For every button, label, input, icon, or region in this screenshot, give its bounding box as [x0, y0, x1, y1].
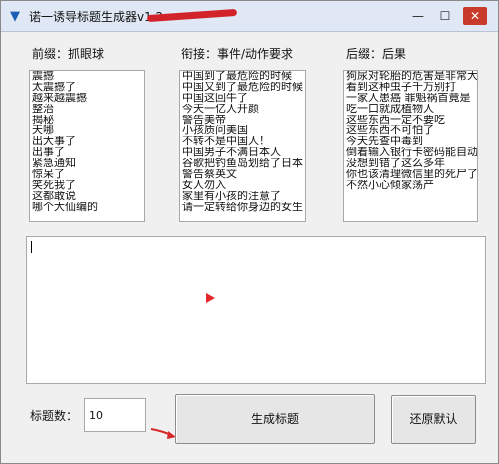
list-item[interactable]: 请一定转给你身边的女生 [180, 202, 305, 213]
list-item[interactable]: 中国又到了最危险的时候 [180, 82, 305, 93]
list-item[interactable]: 太震撼了 [30, 82, 144, 93]
list-item[interactable]: 这都敢说 [30, 191, 144, 202]
output-textarea[interactable] [26, 236, 486, 384]
list-item[interactable]: 中国到了最危险的时候 [180, 71, 305, 82]
title-count-input[interactable]: 10 [84, 398, 146, 432]
list-item[interactable]: 女人勿入 [180, 180, 305, 191]
list-item[interactable]: 狗尿对轮胎的危害是非常大的 [344, 71, 477, 82]
window-title: 诺一诱导标题生成器v1.2 [29, 10, 164, 24]
list-item[interactable]: 警告美帝 [180, 115, 305, 126]
list-item[interactable]: 今天一亿人开颜 [180, 104, 305, 115]
list-item[interactable]: 中国这回牛了 [180, 93, 305, 104]
minimize-button[interactable]: — [406, 7, 430, 25]
list-item[interactable]: 这些东西不可怕了 [344, 125, 477, 136]
prefix-list[interactable]: 震撼 太震撼了 越来越震撼 整治 揭秘 天哪 出大事了 出事了 紧急通知 惊呆了 笑死我了 这都敢说哪… [29, 70, 145, 222]
list-item[interactable]: 不然小心倾家荡产 [344, 180, 477, 191]
list-item[interactable]: 这些东西一定不要吃 [344, 115, 477, 126]
list-item[interactable]: 惊呆了 [30, 169, 144, 180]
list-item[interactable]: 没想到错了这么多年 [344, 158, 477, 169]
list-item[interactable]: 天哪 [30, 125, 144, 136]
text-caret [31, 241, 32, 253]
count-label: 标题数： [30, 409, 79, 423]
suffix-label: 后缀：后果 [346, 47, 407, 61]
list-item[interactable]: 笑死我了 [30, 180, 144, 191]
reset-default-button[interactable]: 还原默认 [391, 395, 476, 444]
list-item[interactable]: 警告蔡英文 [180, 169, 305, 180]
list-item[interactable]: 倒着输入银行卡密码能自动报警 [344, 147, 477, 158]
list-item[interactable]: 揭秘 [30, 115, 144, 126]
list-item[interactable]: 震撼 [30, 71, 144, 82]
list-item[interactable]: 看到这种虫子千万别打 [344, 82, 477, 93]
list-item[interactable]: 小孩质问美国 [180, 125, 305, 136]
maximize-button[interactable]: ☐ [433, 7, 457, 25]
list-item[interactable]: 家里有小孩的注意了 [180, 191, 305, 202]
list-item[interactable]: 中国男子不满日本人 [180, 147, 305, 158]
list-item[interactable]: 一家人患癌 罪魁祸首竟是 [344, 93, 477, 104]
list-item[interactable]: 整治 [30, 104, 144, 115]
list-item[interactable]: 谷歌把钓鱼岛划给了日本 [180, 158, 305, 169]
app-logo-icon: ▼ [10, 9, 20, 24]
title-bar: ▼ 诺一诱导标题生成器v1.2 — ☐ ✕ [1, 1, 498, 32]
list-item[interactable]: 吃一口就成植物人 [344, 104, 477, 115]
list-item[interactable]: 出大事了 [30, 136, 144, 147]
list-item[interactable]: 你也该清理微信里的死尸了 [344, 169, 477, 180]
close-button[interactable]: ✕ [463, 7, 487, 25]
red-triangle-marker [206, 293, 215, 303]
prefix-label: 前缀：抓眼球 [32, 47, 105, 61]
list-item[interactable]: 出事了 [30, 147, 144, 158]
list-item[interactable]: 哪个大仙编的 [30, 202, 144, 213]
middle-list[interactable]: 中国到了最危险的时候 中国又到了最危险的时候 中国这回牛了 今天一亿人开颜 警告美帝 小孩… [179, 70, 306, 222]
app-window: ▼ 诺一诱导标题生成器v1.2 — ☐ ✕ 前缀：抓眼球 衔接：事件/动作要求 … [0, 0, 499, 464]
list-item[interactable]: 今天先查中毒到 [344, 136, 477, 147]
list-item[interactable]: 紧急通知 [30, 158, 144, 169]
middle-label: 衔接：事件/动作要求 [181, 47, 294, 61]
generate-title-button[interactable]: 生成标题 [175, 394, 375, 444]
list-item[interactable]: 不转不是中国人！ [180, 136, 305, 147]
suffix-list[interactable]: 狗尿对轮胎的危害是非常大的 看到这种虫子千万别打 一家人患癌 罪魁祸首竟是 吃一口就成… [343, 70, 478, 222]
list-item[interactable]: 越来越震撼 [30, 93, 144, 104]
